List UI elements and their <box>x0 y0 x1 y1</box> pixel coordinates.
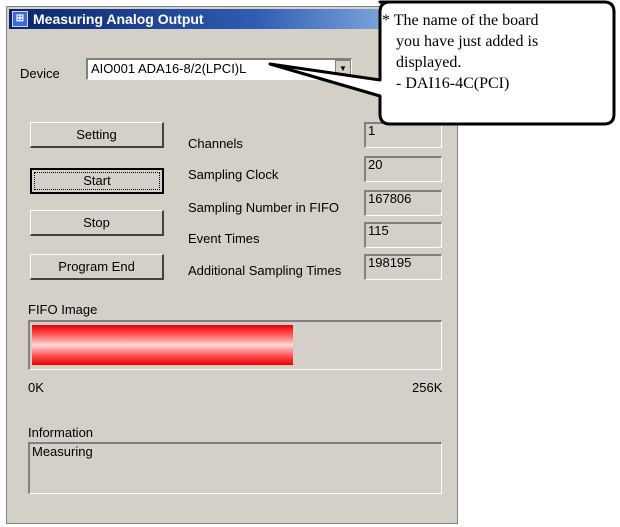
channels-label: Channels <box>188 136 243 151</box>
event-times-field: 115 <box>364 222 442 248</box>
fifo-scale-min: 0K <box>28 380 44 395</box>
callout-line-1: * The name of the board <box>382 12 539 29</box>
fifo-progress-bar <box>28 320 442 370</box>
event-times-label: Event Times <box>188 231 260 246</box>
stop-button[interactable]: Stop <box>30 210 164 236</box>
fifo-progress-fill <box>32 325 293 365</box>
setting-button[interactable]: Setting <box>30 122 164 148</box>
callout-line-2: you have just added is <box>396 33 539 50</box>
program-end-button[interactable]: Program End <box>30 254 164 280</box>
information-label: Information <box>28 425 94 440</box>
sampling-number-label: Sampling Number in FIFO <box>188 200 339 215</box>
additional-sampling-label: Additional Sampling Times <box>188 263 342 278</box>
channels-field: 1 <box>364 122 442 148</box>
window-title: Measuring Analog Output <box>33 11 204 27</box>
additional-sampling-field: 198195 <box>364 254 442 280</box>
callout-text: * The name of the board you have just ad… <box>382 10 612 94</box>
information-field: Measuring <box>28 442 442 494</box>
sampling-number-field: 167806 <box>364 190 442 216</box>
chevron-down-icon[interactable]: ▼ <box>335 60 351 78</box>
device-select[interactable]: AIO001 ADA16-8/2(LPCI)L ▼ <box>86 58 352 80</box>
callout-line-4: - DAI16-4C(PCI) <box>396 75 510 92</box>
callout-line-3: displayed. <box>396 54 462 71</box>
device-select-value: AIO001 ADA16-8/2(LPCI)L <box>91 61 247 76</box>
device-label: Device <box>20 66 60 81</box>
sampling-clock-label: Sampling Clock <box>188 167 279 182</box>
start-button[interactable]: Start <box>30 168 164 194</box>
fifo-image-label: FIFO Image <box>28 302 98 317</box>
app-icon: ⊞ <box>12 11 28 27</box>
fifo-scale-max: 256K <box>412 380 443 395</box>
sampling-clock-field: 20 <box>364 156 442 182</box>
